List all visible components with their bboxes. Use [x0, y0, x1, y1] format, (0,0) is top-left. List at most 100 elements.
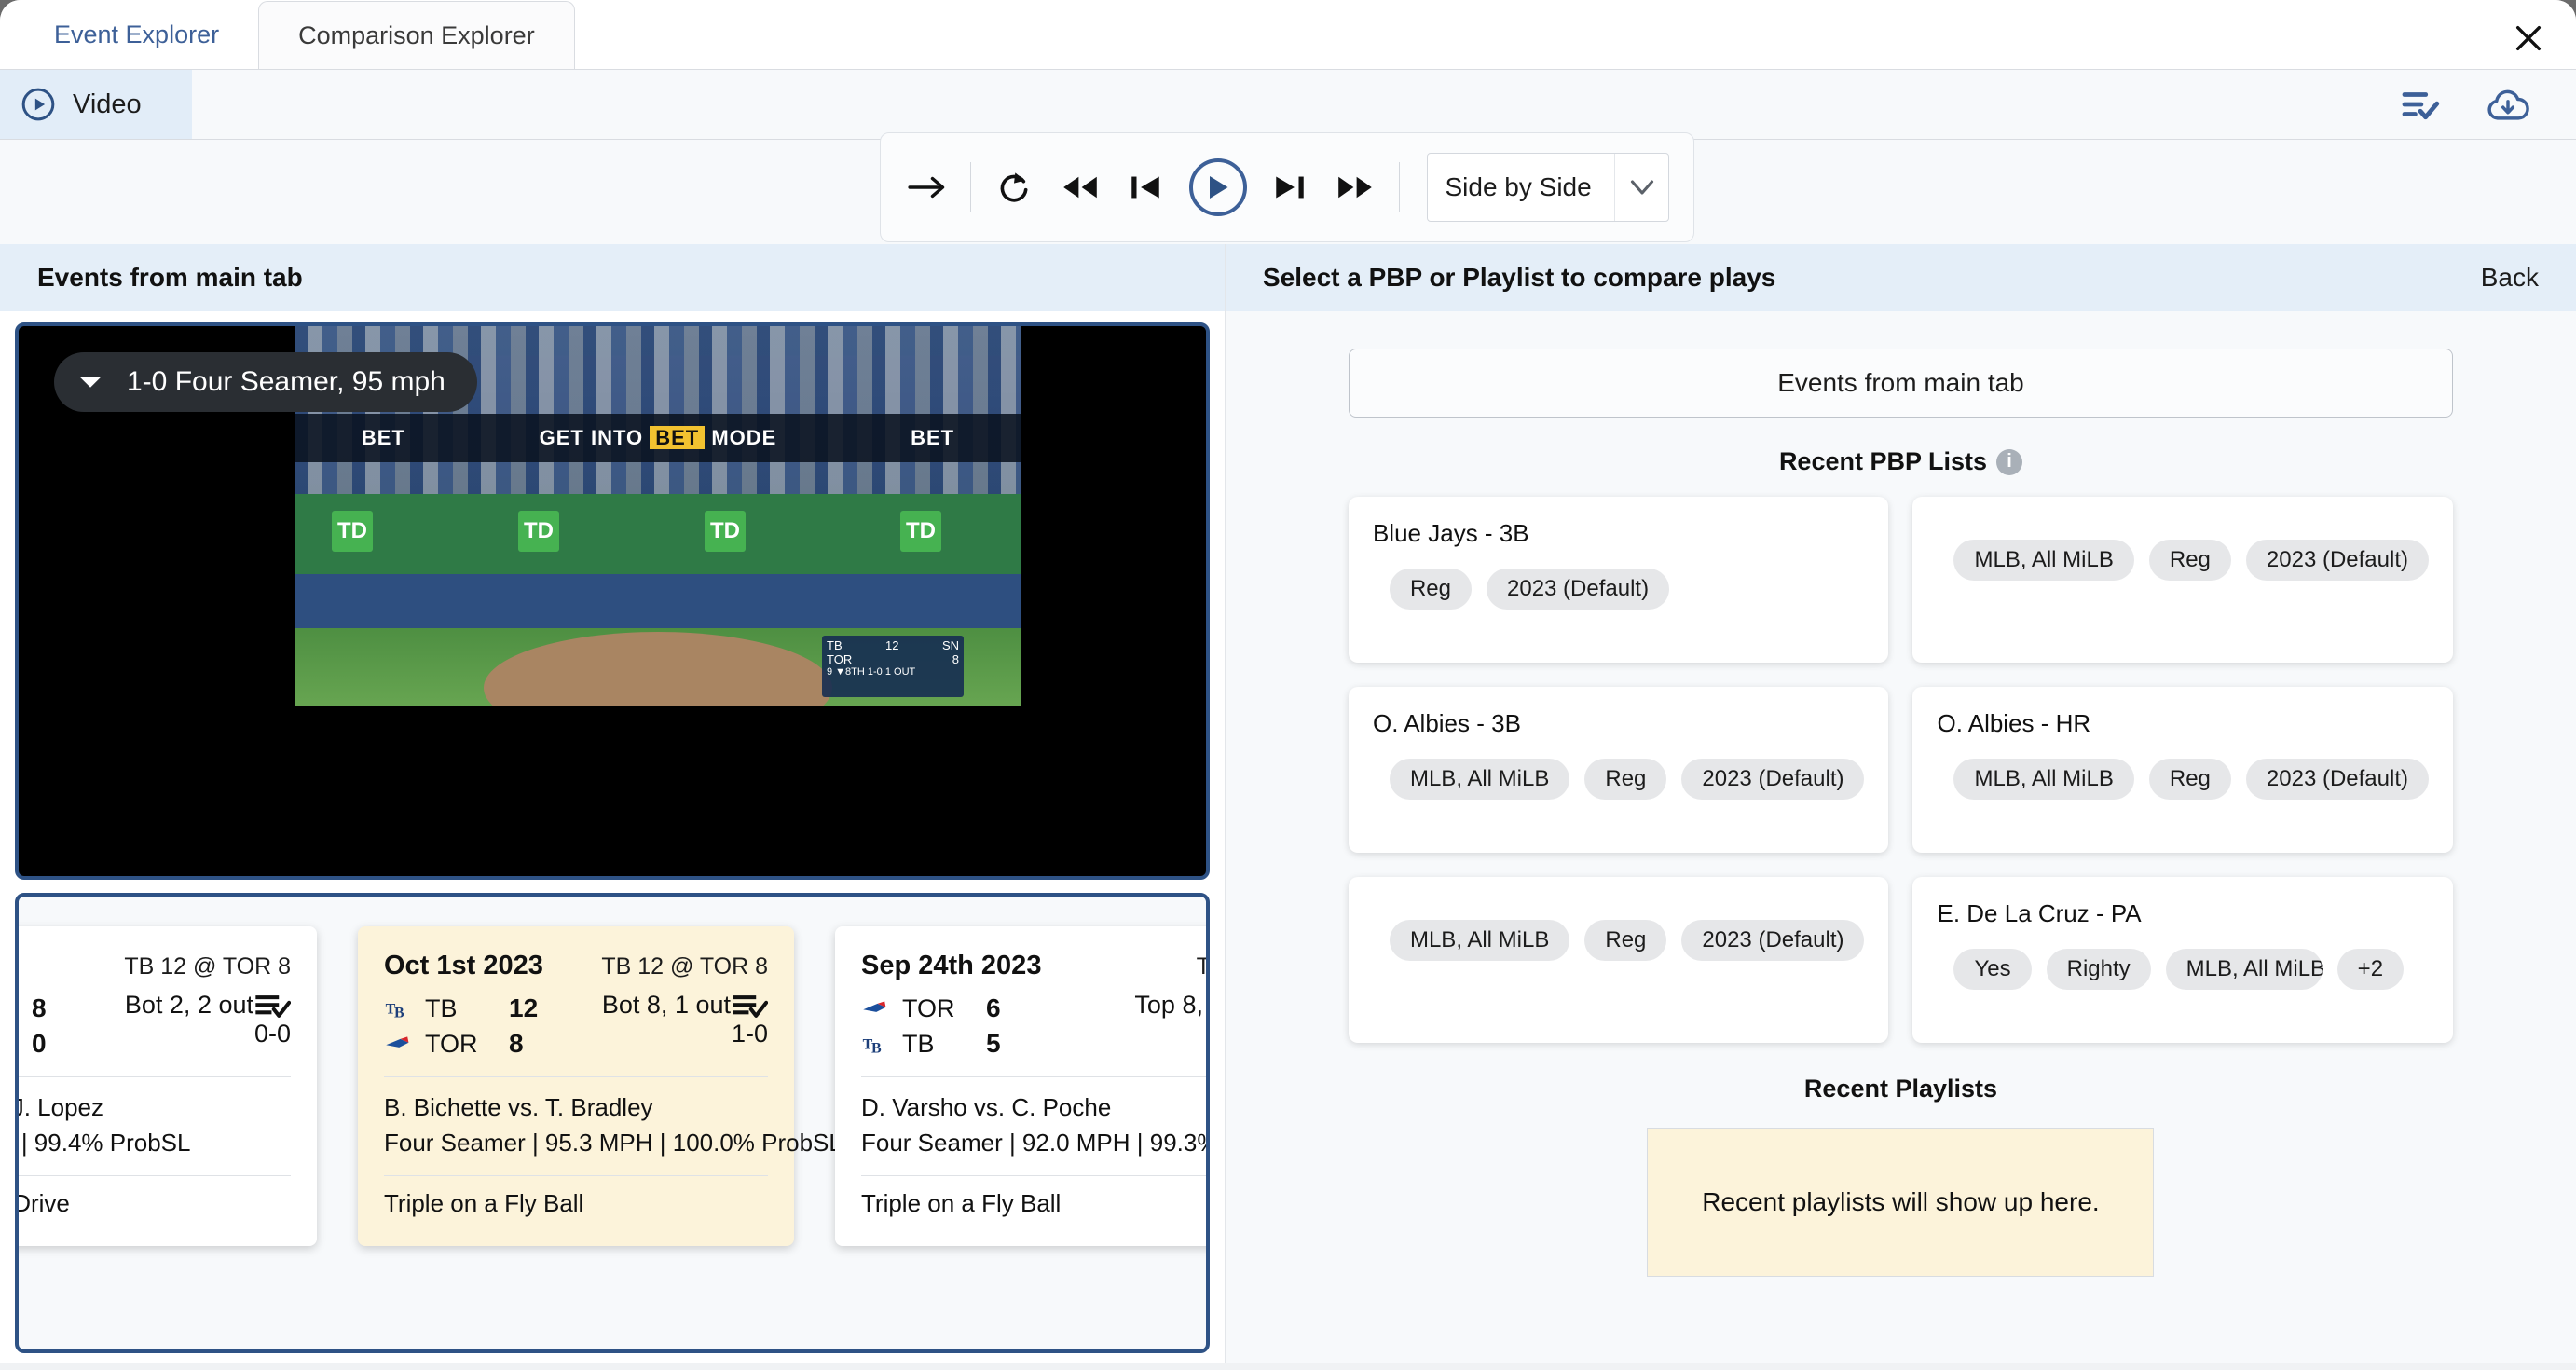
inning-state: Top 8, 2 o — [1134, 991, 1206, 1020]
filter-chip: MLB, All MiLB — [1953, 759, 2134, 800]
event-cards-strip: 2023 TB 12 @ TOR 8 8 — [15, 893, 1210, 1353]
pitch-count: 0-0 — [253, 1020, 291, 1048]
banner-mid-text: GET INTO BET MODE — [539, 426, 777, 449]
events-from-main-tab-button[interactable]: Events from main tab — [1348, 349, 2453, 418]
rewind-icon[interactable] — [1058, 164, 1103, 211]
inning-state: Bot 8, 1 out — [602, 991, 768, 1020]
score-home-abbr: TOR — [827, 652, 853, 666]
view-mode-value: Side by Side — [1445, 172, 1592, 201]
play-button[interactable] — [1188, 158, 1247, 216]
inning-text: Bot 2, 2 out — [124, 991, 253, 1019]
right-panel: Select a PBP or Playlist to compare play… — [1225, 244, 2576, 1363]
tab-label: Event Explorer — [54, 20, 220, 48]
divider — [861, 1076, 1206, 1077]
game-state: Bot 8, 1 out 1-0 — [602, 991, 768, 1062]
arrow-right-icon[interactable] — [905, 164, 950, 211]
divider — [384, 1175, 768, 1177]
game-state: Top 8, 2 o 0 — [1134, 991, 1206, 1062]
rays-logo-icon: TB — [384, 996, 412, 1021]
pbp-card[interactable]: MLB, All MiLB Reg 2023 (Default) — [1348, 877, 1889, 1043]
divider — [861, 1175, 1206, 1177]
blue-jays-logo-icon — [861, 996, 889, 1021]
filter-chip: MLB, All MiLB — [2165, 949, 2323, 990]
team-score: 8 — [509, 1029, 524, 1058]
event-card-selected[interactable]: Oct 1st 2023 TB 12 @ TOR 8 TB TB 12 TOR … — [358, 926, 843, 1247]
divider — [1398, 162, 1400, 212]
event-card[interactable]: Sep 24th 2023 TOR TOR 6 — [835, 926, 1206, 1247]
bottom-scrollbar[interactable] — [0, 1363, 2576, 1370]
filter-chip: MLB, All MiLB — [1389, 920, 1570, 961]
filter-chip: Reg — [2148, 759, 2231, 800]
event-matchup: TB 12 @ TOR 8 — [124, 953, 291, 980]
event-card-scorebox: TB TB 12 TOR 8 Bot 8, 1 out 1-0 — [384, 991, 768, 1062]
pitch-detail: 91.8 MPH | 99.4% ProbSL — [19, 1128, 191, 1157]
event-card-header: Oct 1st 2023 TB 12 @ TOR 8 — [384, 951, 768, 981]
list-check-icon[interactable] — [733, 993, 768, 1019]
matchup-players: B. Bichette vs. T. Bradley — [384, 1093, 653, 1121]
list-check-icon[interactable] — [255, 993, 291, 1019]
events-from-main-tab-label: Events from main tab — [1777, 368, 2024, 397]
cloud-download-icon[interactable] — [2485, 87, 2531, 122]
info-icon[interactable]: i — [1996, 448, 2023, 475]
restart-icon[interactable] — [992, 164, 1036, 211]
team-row: TOR 6 — [861, 991, 1001, 1026]
right-panel-title: Select a PBP or Playlist to compare play… — [1262, 263, 1776, 292]
team-scores: TOR 6 TB TB 5 — [861, 991, 1001, 1062]
left-panel: Events from main tab BET GET INTO BET MO… — [0, 244, 1226, 1363]
filter-chip-overflow: +2 — [2336, 949, 2405, 990]
svg-text:B: B — [394, 1005, 404, 1020]
chevron-down-icon — [78, 375, 103, 390]
team-row: TOR 8 — [384, 1026, 538, 1062]
pbp-card[interactable]: O. Albies - HR MLB, All MiLB Reg 2023 (D… — [1912, 687, 2453, 853]
pbp-card[interactable]: O. Albies - 3B MLB, All MiLB Reg 2023 (D… — [1348, 687, 1889, 853]
wall-ad: TD — [900, 511, 941, 552]
team-score: 12 — [509, 993, 539, 1022]
wall-ad: TD — [332, 511, 373, 552]
video-player[interactable]: BET GET INTO BET MODE BET TD TD TD TD TB… — [15, 322, 1210, 880]
broadcast-score-overlay: TB 12 SN TOR 8 9 ▼8TH 1-0 1 OUT — [822, 636, 964, 697]
tab-comparison-explorer[interactable]: Comparison Explorer — [258, 1, 575, 70]
blue-jays-logo-icon — [384, 1032, 412, 1056]
playback-controls-bar: Side by Side — [880, 132, 1694, 242]
pbp-card[interactable]: MLB, All MiLB Reg 2023 (Default) — [1912, 497, 2453, 663]
team-row: 8 — [19, 991, 47, 1026]
crowd-lower — [295, 574, 1021, 628]
tab-bar: Event Explorer Comparison Explorer — [0, 0, 2576, 70]
list-check-icon[interactable] — [2401, 88, 2440, 121]
event-card-scorebox: TOR 6 TB TB 5 Top 8, — [861, 991, 1206, 1062]
tab-label: Comparison Explorer — [298, 21, 535, 49]
filter-chip: 2023 (Default) — [1681, 759, 1865, 800]
event-card[interactable]: 2023 TB 12 @ TOR 8 8 — [15, 926, 317, 1247]
score-state-line: 9 ▼8TH 1-0 1 OUT — [827, 666, 916, 678]
fast-forward-icon[interactable] — [1333, 164, 1377, 211]
filter-chip: Reg — [1584, 920, 1667, 961]
back-button[interactable]: Back — [2481, 263, 2539, 293]
team-scores: TB TB 12 TOR 8 — [384, 991, 538, 1062]
step-forward-icon[interactable] — [1267, 164, 1312, 211]
step-back-icon[interactable] — [1123, 164, 1168, 211]
team-score: 8 — [32, 993, 47, 1022]
tab-event-explorer[interactable]: Event Explorer — [15, 0, 258, 69]
pbp-card-title: Blue Jays - 3B — [1372, 519, 1529, 547]
pbp-card-title: O. Albies - 3B — [1372, 709, 1521, 737]
divider — [18, 1175, 291, 1177]
team-scores: 8 R 0 — [19, 991, 47, 1062]
pbp-card[interactable]: E. De La Cruz - PA Yes Righty MLB, All M… — [1912, 877, 2453, 1043]
team-score: 6 — [986, 993, 1001, 1022]
filter-chip: Righty — [2046, 949, 2151, 990]
banner-right-text: BET — [911, 426, 955, 449]
pbp-card-chips: MLB, All MiLB Reg 2023 (Default) — [1937, 540, 2429, 581]
view-mode-select[interactable]: Side by Side — [1427, 153, 1670, 222]
pbp-card-chips: MLB, All MiLB Reg 2023 (Default) — [1937, 759, 2429, 800]
close-icon[interactable] — [2507, 17, 2550, 60]
wall-ad: TD — [705, 511, 746, 552]
video-overlay-title[interactable]: 1-0 Four Seamer, 95 mph — [54, 352, 477, 412]
inning-text: Top 8, 2 o — [1134, 991, 1206, 1019]
video-header-label[interactable]: Video — [0, 70, 192, 139]
filter-chip: MLB, All MiLB — [1953, 540, 2134, 581]
pbp-card-title: E. De La Cruz - PA — [1937, 899, 2142, 927]
score-away-value: 12 — [885, 638, 899, 652]
play-result: on a Line Drive — [15, 1189, 70, 1218]
pbp-card[interactable]: Blue Jays - 3B Reg 2023 (Default) — [1348, 497, 1889, 663]
pbp-card-chips: MLB, All MiLB Reg 2023 (Default) — [1373, 759, 1865, 800]
